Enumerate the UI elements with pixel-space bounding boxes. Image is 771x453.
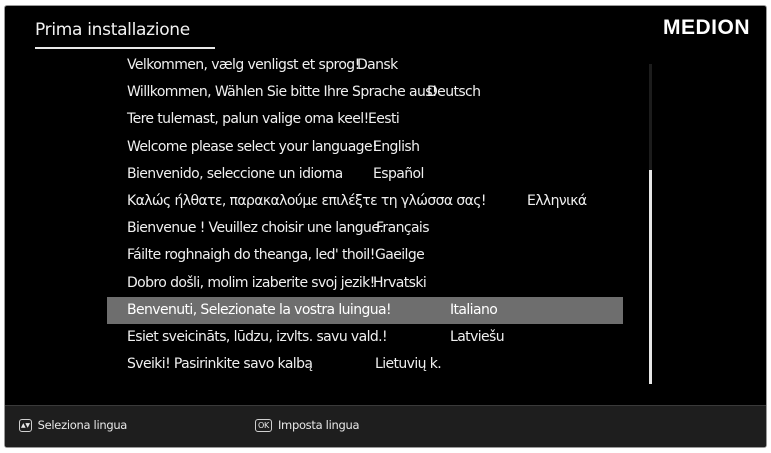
language-greeting: Esiet sveicināts, lūdzu, izvlts. savu va… — [127, 328, 388, 345]
language-name: Italiano — [450, 301, 498, 318]
language-option-3[interactable]: Tere tulemast, palun valige oma keel! Ees… — [107, 106, 623, 133]
language-greeting: Tere tulemast, palun valige oma keel! — [127, 111, 369, 128]
language-name: Español — [373, 165, 424, 182]
scrollbar-track[interactable] — [649, 64, 652, 384]
select-language-label: Seleziona lingua — [37, 418, 128, 432]
language-option-7[interactable]: Bienvenue ! Veuillez choisir une langue.… — [107, 215, 623, 242]
language-name: Eesti — [368, 111, 400, 128]
language-greeting: Fáilte roghnaigh do theanga, led' thoil! — [127, 247, 375, 264]
language-greeting: Καλώς ήλθατε, παρακαλούμε επιλέξτε τη γλ… — [127, 192, 487, 209]
language-option-9[interactable]: Dobro došli, molim izaberite svoj jezik!… — [107, 270, 623, 297]
language-greeting: Welcome please select your language! — [127, 138, 378, 155]
language-greeting: Dobro došli, molim izaberite svoj jezik! — [127, 274, 375, 291]
language-option-10[interactable]: Benvenuti, Selezionate la vostra luingua… — [107, 296, 623, 324]
language-greeting: Bienvenido, seleccione un idioma — [127, 165, 343, 182]
select-language-hint: ▲▼ Seleziona lingua — [19, 418, 127, 432]
brand-logo: MEDION — [663, 16, 750, 39]
language-list: Velkommen, vælg venligst et sprog! Dansk W… — [107, 52, 623, 378]
language-option-2[interactable]: Willkommen, Wählen Sie bitte Ihre Sprach… — [107, 79, 623, 106]
language-name: Ελληνικά — [527, 192, 587, 209]
page-title: Prima installazione — [35, 20, 190, 40]
language-option-6[interactable]: Καλώς ήλθατε, παρακαλούμε επιλέξτε τη γλ… — [107, 188, 623, 215]
ok-key-icon: OK — [255, 418, 272, 432]
language-greeting: Velkommen, vælg venligst et sprog! — [127, 57, 360, 73]
language-greeting: Bienvenue ! Veuillez choisir une langue. — [127, 220, 384, 237]
up-down-arrow-key-icon: ▲▼ — [19, 418, 32, 432]
language-greeting: Benvenuti, Selezionate la vostra luingua… — [127, 301, 392, 318]
footer-hints: ▲▼ Seleziona lingua OK Imposta lingua — [5, 405, 766, 447]
language-name: Deutsch — [427, 84, 481, 101]
language-option-12[interactable]: Sveiki! Pasirinkite savo kalbą Lietuvių k… — [107, 351, 623, 378]
language-name: Latviešu — [450, 328, 505, 345]
language-greeting: Willkommen, Wählen Sie bitte Ihre Sprach… — [127, 84, 438, 101]
language-option-8[interactable]: Fáilte roghnaigh do theanga, led' thoil!… — [107, 242, 623, 269]
language-option-4[interactable]: Welcome please select your language! Engl… — [107, 134, 623, 161]
language-name: Gaeilge — [375, 247, 425, 264]
language-option-1[interactable]: Velkommen, vælg venligst et sprog! Dansk — [107, 52, 623, 79]
language-name: Français — [376, 220, 430, 237]
set-language-label: Imposta lingua — [277, 418, 360, 432]
language-name: English — [373, 138, 420, 155]
tv-screen: Prima installazione MEDION Velkommen, væ… — [4, 5, 767, 448]
language-name: Dansk — [357, 57, 398, 73]
language-greeting: Sveiki! Pasirinkite savo kalbą — [127, 356, 313, 373]
language-option-11[interactable]: Esiet sveicināts, lūdzu, izvlts. savu va… — [107, 324, 623, 351]
set-language-hint: OK Imposta lingua — [255, 418, 360, 432]
language-name: Lietuvių k. — [375, 356, 442, 373]
language-name: Hrvatski — [373, 274, 427, 291]
language-option-5[interactable]: Bienvenido, seleccione un idioma Español — [107, 161, 623, 188]
scrollbar-thumb[interactable] — [649, 170, 652, 384]
title-underline — [35, 47, 215, 49]
